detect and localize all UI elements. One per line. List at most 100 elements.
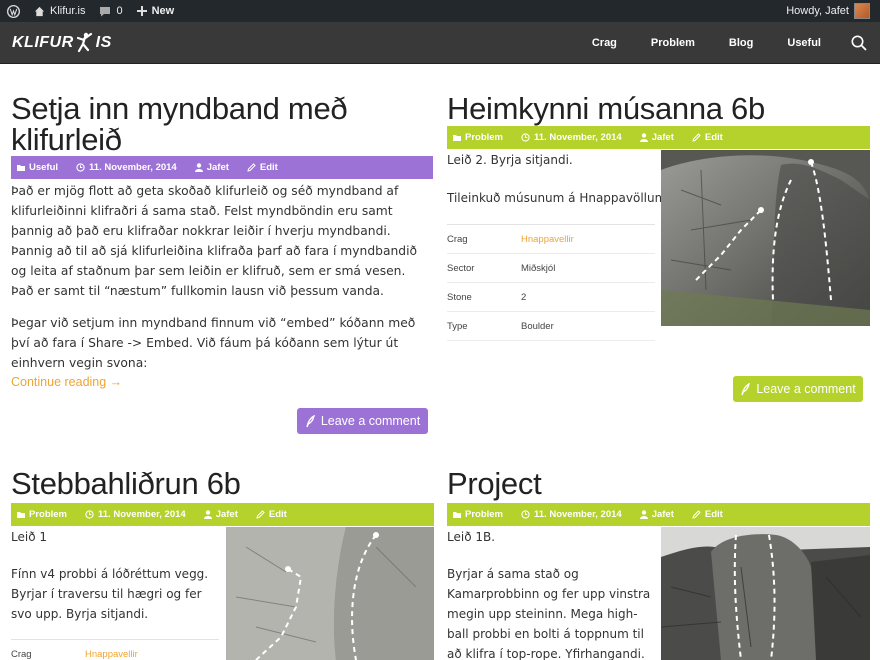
search-icon xyxy=(851,35,867,51)
home-icon xyxy=(34,6,45,16)
climber-icon xyxy=(76,32,92,52)
problem-description: Leið 2. Byrja sitjandi. xyxy=(447,153,573,167)
clock-icon xyxy=(85,510,94,519)
user-icon xyxy=(639,133,648,142)
logo-text-left: KLIFUR xyxy=(12,33,74,51)
meta-category[interactable]: Problem xyxy=(17,509,67,520)
plus-icon xyxy=(136,6,147,16)
pencil-icon xyxy=(692,510,701,519)
wordpress-icon xyxy=(7,4,20,18)
feather-icon xyxy=(306,414,315,427)
problem-attributes: Crag Hnappavellir xyxy=(11,639,219,660)
comment-icon xyxy=(100,6,111,16)
meta-author[interactable]: Jafet xyxy=(639,509,674,520)
post-meta: Problem 11. November, 2014 Jafet Edit xyxy=(447,126,870,149)
meta-date[interactable]: 11. November, 2014 xyxy=(76,162,177,173)
attribute-row: Sector Miðskjól xyxy=(447,254,655,283)
account-menu[interactable]: Howdy, Jafet xyxy=(779,0,880,22)
boulder-photo[interactable] xyxy=(226,527,434,660)
wp-logo-menu[interactable] xyxy=(0,0,27,22)
problem-info: Leið 2. Byrja sitjandi. Tileinkuð músunu… xyxy=(447,150,670,341)
user-icon xyxy=(203,510,212,519)
site-name: Klifur.is xyxy=(50,5,86,17)
new-content-link[interactable]: New xyxy=(130,0,182,22)
folder-icon xyxy=(453,135,461,141)
meta-category[interactable]: Problem xyxy=(453,509,503,520)
problem-description: Byrjar á sama stað og Kamarprobbinn og f… xyxy=(447,567,651,660)
crag-link[interactable]: Hnappavellir xyxy=(521,234,574,245)
attribute-row: Stone 2 xyxy=(447,283,655,312)
user-icon xyxy=(194,163,203,172)
menu-item-useful[interactable]: Useful xyxy=(770,37,838,49)
attribute-row: Type Boulder xyxy=(447,312,655,341)
menu-item-crag[interactable]: Crag xyxy=(575,37,634,49)
new-label: New xyxy=(151,5,175,17)
meta-edit[interactable]: Edit xyxy=(247,162,278,173)
post-card: Stebbahliðrun 6b xyxy=(11,468,429,499)
folder-icon xyxy=(17,512,25,518)
attribute-row: Crag Hnappavellir xyxy=(447,225,655,254)
pencil-icon xyxy=(247,163,256,172)
post-meta: Useful 11. November, 2014 Jafet Edit xyxy=(11,156,433,179)
site-name-link[interactable]: Klifur.is xyxy=(27,0,92,22)
meta-author[interactable]: Jafet xyxy=(203,509,238,520)
logo-text-right: IS xyxy=(95,33,112,51)
excerpt-paragraph: Þegar við setjum inn myndband finnum við… xyxy=(11,316,416,370)
attribute-row: Crag Hnappavellir xyxy=(11,640,219,660)
post-card: Setja inn myndband með klifurleið Useful… xyxy=(11,93,433,389)
meta-edit[interactable]: Edit xyxy=(692,132,723,143)
post-excerpt: Það er mjög flott að geta skoðað klifurl… xyxy=(11,181,429,383)
comments-count: 0 xyxy=(116,5,123,17)
post-title[interactable]: Setja inn myndband með klifurleið xyxy=(11,93,421,155)
folder-icon xyxy=(453,512,461,518)
meta-edit[interactable]: Edit xyxy=(692,509,723,520)
problem-attributes: Crag Hnappavellir Sector Miðskjól Stone 2 T… xyxy=(447,224,655,341)
meta-date[interactable]: 11. November, 2014 xyxy=(521,509,622,520)
problem-description: Leið 1B. xyxy=(447,530,496,544)
excerpt-paragraph: Það er mjög flott að geta skoðað klifurl… xyxy=(11,184,418,298)
boulder-photo[interactable] xyxy=(661,527,870,660)
problem-description: Tileinkuð músunum á Hnappavöllum. xyxy=(447,191,671,205)
crag-link[interactable]: Hnappavellir xyxy=(85,649,138,660)
meta-category[interactable]: Problem xyxy=(453,132,503,143)
main-menu: Crag Problem Blog Useful xyxy=(575,22,880,64)
site-logo[interactable]: KLIFUR IS xyxy=(12,32,112,54)
post-title[interactable]: Project xyxy=(447,468,870,499)
clock-icon xyxy=(521,510,530,519)
admin-bar: Klifur.is 0 New Howdy, Jafet xyxy=(0,0,880,22)
post-title[interactable]: Heimkynni músanna 6b xyxy=(447,93,870,124)
problem-description: Fínn v4 probbi á lóðréttum vegg. Byrjar … xyxy=(11,567,209,621)
site-header: KLIFUR IS Crag Problem Blog Useful xyxy=(0,22,880,64)
post-card: Heimkynni músanna 6b xyxy=(447,93,870,124)
meta-author[interactable]: Jafet xyxy=(194,162,229,173)
meta-date[interactable]: 11. November, 2014 xyxy=(85,509,186,520)
post-meta: Problem 11. November, 2014 Jafet Edit xyxy=(11,503,434,526)
clock-icon xyxy=(76,163,85,172)
problem-info: Leið 1B. Byrjar á sama stað og Kamarprob… xyxy=(447,527,655,660)
leave-comment-button[interactable]: Leave a comment xyxy=(297,408,428,434)
problem-info: Leið 1 Fínn v4 probbi á lóðréttum vegg. … xyxy=(11,527,219,660)
user-icon xyxy=(639,510,648,519)
problem-description: Leið 1 xyxy=(11,530,47,544)
post-meta: Problem 11. November, 2014 Jafet Edit xyxy=(447,503,870,526)
avatar xyxy=(854,3,870,19)
post-title[interactable]: Stebbahliðrun 6b xyxy=(11,468,429,499)
meta-author[interactable]: Jafet xyxy=(639,132,674,143)
boulder-photo[interactable] xyxy=(661,150,870,326)
menu-item-problem[interactable]: Problem xyxy=(634,37,712,49)
folder-icon xyxy=(17,165,25,171)
meta-edit[interactable]: Edit xyxy=(256,509,287,520)
feather-icon xyxy=(741,382,751,395)
meta-date[interactable]: 11. November, 2014 xyxy=(521,132,622,143)
menu-item-blog[interactable]: Blog xyxy=(712,37,770,49)
post-card: Project xyxy=(447,468,870,499)
comments-link[interactable]: 0 xyxy=(92,0,129,22)
search-button[interactable] xyxy=(838,22,880,64)
pencil-icon xyxy=(256,510,265,519)
clock-icon xyxy=(521,133,530,142)
pencil-icon xyxy=(692,133,701,142)
continue-reading-link[interactable]: Continue reading → xyxy=(11,375,122,389)
greeting: Howdy, Jafet xyxy=(786,5,849,17)
leave-comment-button[interactable]: Leave a comment xyxy=(733,376,863,402)
meta-category[interactable]: Useful xyxy=(17,162,58,173)
